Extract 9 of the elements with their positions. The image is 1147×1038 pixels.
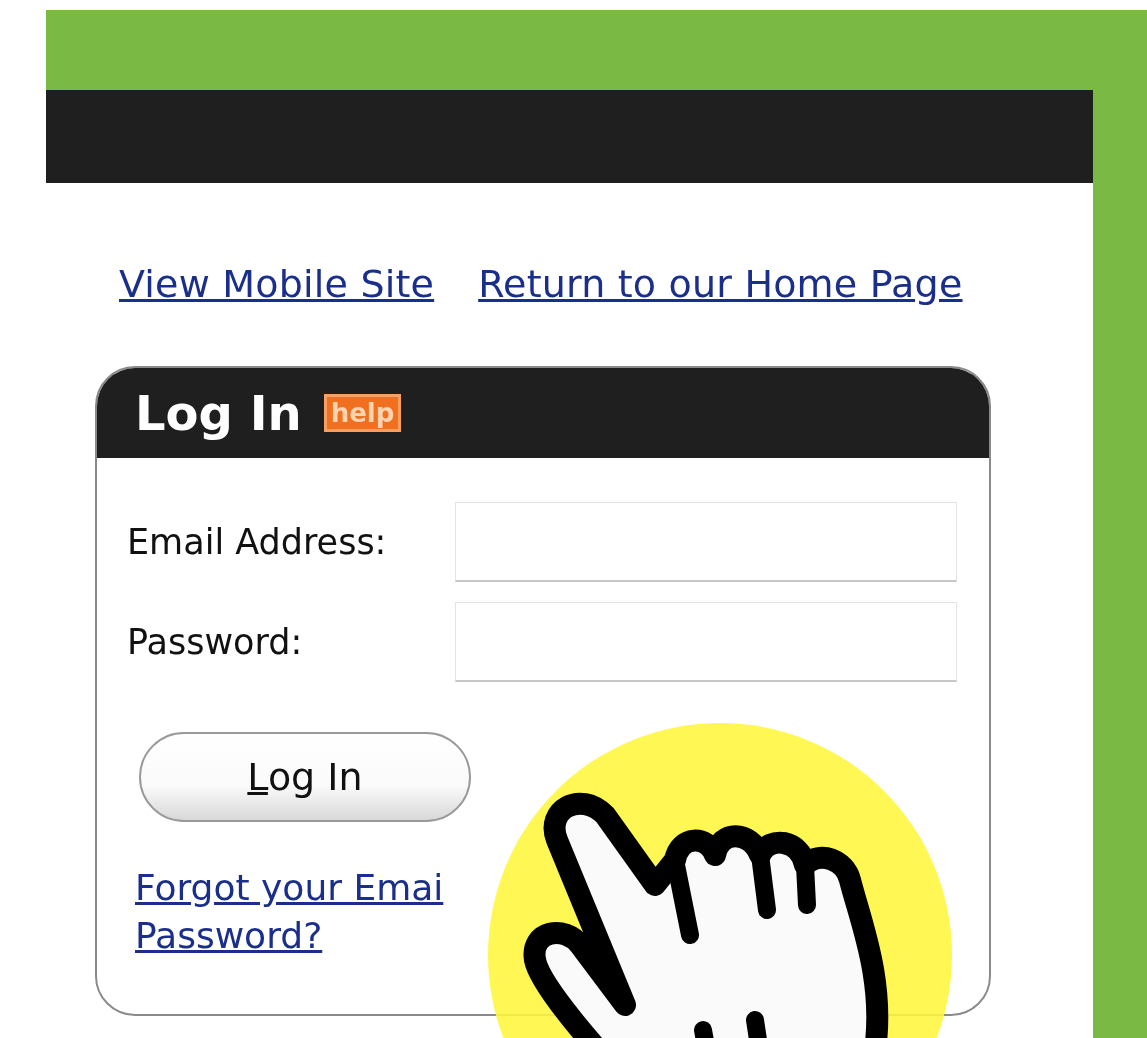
page-link[interactable]: Return to our Home Page	[478, 262, 963, 306]
page-link[interactable]: View Mobile Site	[119, 262, 435, 306]
field-label: Email Address:	[127, 522, 388, 562]
login-button[interactable]: Log In	[139, 732, 471, 822]
panel-title: Log In	[135, 385, 302, 441]
field-label: Password:	[127, 622, 304, 662]
input-field[interactable]	[455, 502, 957, 582]
input-field[interactable]	[455, 602, 957, 682]
forgot-link[interactable]: Forgot your Emai Password?	[135, 864, 444, 960]
